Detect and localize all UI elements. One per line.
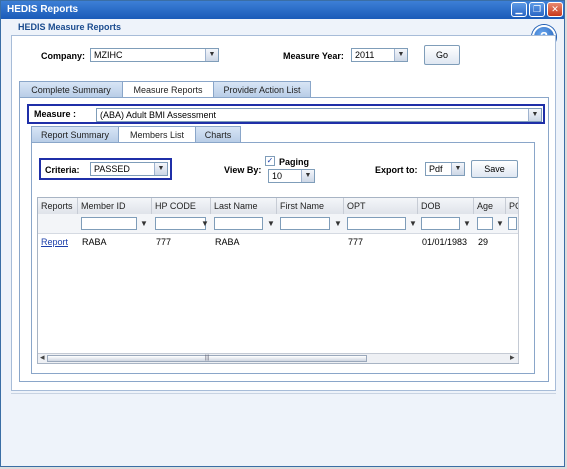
column-header-reports[interactable]: Reports	[38, 198, 78, 214]
export-to-label: Export to:	[375, 165, 418, 175]
export-format-select[interactable]: Pdf ▼	[425, 162, 465, 176]
paging-label: Paging	[279, 157, 310, 167]
column-header-hp-code[interactable]: HP CODE	[152, 198, 211, 214]
filter-icon[interactable]: ▼	[140, 219, 148, 228]
report-link[interactable]: Report	[41, 237, 68, 247]
filter-icon[interactable]: ▼	[409, 219, 417, 228]
filter-age[interactable]	[477, 217, 493, 230]
filter-icon[interactable]: ▼	[334, 219, 342, 228]
column-header-dob[interactable]: DOB	[418, 198, 474, 214]
paging-checkbox[interactable]: ✓	[265, 156, 275, 166]
column-header-age[interactable]: Age	[474, 198, 506, 214]
measure-label: Measure :	[34, 109, 77, 119]
measure-year-select[interactable]: 2011 ▼	[351, 48, 408, 62]
chevron-down-icon[interactable]: ▼	[394, 49, 407, 61]
column-header-pc[interactable]: PC	[506, 198, 518, 214]
column-header-opt[interactable]: OPT	[344, 198, 418, 214]
cell-hp-code: 777	[156, 237, 172, 247]
filter-member-id[interactable]	[81, 217, 137, 230]
measure-year-value: 2011	[355, 50, 375, 60]
tab-complete-summary[interactable]: Complete Summary	[19, 81, 123, 97]
filter-hp-code[interactable]	[155, 217, 206, 230]
close-button[interactable]: ✕	[547, 2, 563, 17]
company-value: MZIHC	[94, 50, 123, 60]
filter-opt[interactable]	[347, 217, 406, 230]
cell-opt: 777	[348, 237, 364, 247]
filter-last-name[interactable]	[214, 217, 263, 230]
tab-members-list[interactable]: Members List	[118, 126, 196, 143]
go-button[interactable]: Go	[424, 45, 460, 65]
page-size-select[interactable]: 10 ▼	[268, 169, 315, 183]
cell-last-name: RABA	[215, 237, 240, 247]
column-header-first-name[interactable]: First Name	[277, 198, 344, 214]
hedis-reports-window: HEDIS Reports ▁ ❐ ✕ HEDIS Measure Report…	[0, 0, 565, 467]
cell-age: 29	[478, 237, 489, 247]
page-size-value: 10	[272, 171, 283, 181]
filter-icon[interactable]: ▼	[496, 219, 504, 228]
chevron-down-icon[interactable]: ▼	[528, 109, 541, 121]
cell-member-id: RABA	[82, 237, 107, 247]
filter-icon[interactable]: ▼	[267, 219, 275, 228]
cell-dob: 01/01/1983	[422, 237, 468, 247]
window-title: HEDIS Reports	[7, 4, 79, 15]
tab-provider-action-list[interactable]: Provider Action List	[213, 81, 311, 97]
column-header-last-name[interactable]: Last Name	[211, 198, 277, 214]
scroll-thumb[interactable]: |||	[47, 355, 367, 362]
minimize-button[interactable]: ▁	[511, 2, 527, 17]
grid-right-divider	[518, 198, 519, 363]
chevron-down-icon[interactable]: ▼	[154, 163, 167, 175]
tab-report-summary[interactable]: Report Summary	[31, 126, 119, 142]
criteria-label: Criteria:	[45, 165, 80, 175]
chevron-down-icon[interactable]: ▼	[451, 163, 464, 175]
tab-charts[interactable]: Charts	[195, 126, 241, 142]
measure-select[interactable]: (ABA) Adult BMI Assessment ▼	[96, 108, 542, 122]
filter-icon[interactable]: ▼	[463, 219, 471, 228]
company-label: Company:	[41, 51, 86, 61]
filter-pc[interactable]	[508, 217, 517, 230]
measure-value: (ABA) Adult BMI Assessment	[100, 110, 217, 120]
view-by-label: View By:	[224, 165, 262, 175]
measure-year-label: Measure Year:	[283, 51, 344, 61]
scroll-left-arrow[interactable]: ◂	[40, 352, 45, 363]
section-title: HEDIS Measure Reports	[18, 22, 122, 32]
export-format-value: Pdf	[429, 164, 443, 174]
scroll-right-arrow[interactable]: ▸	[510, 352, 515, 363]
tab-measure-reports[interactable]: Measure Reports	[122, 81, 214, 98]
maximize-button[interactable]: ❐	[529, 2, 545, 17]
filter-first-name[interactable]	[280, 217, 330, 230]
criteria-value: PASSED	[94, 164, 130, 174]
status-strip	[11, 393, 556, 403]
chevron-down-icon[interactable]: ▼	[301, 170, 314, 182]
criteria-select[interactable]: PASSED ▼	[90, 162, 168, 176]
company-select[interactable]: MZIHC ▼	[90, 48, 219, 62]
grid-header-row: Reports Member ID HP CODE Last Name Firs…	[38, 198, 518, 215]
save-button[interactable]: Save	[471, 160, 518, 178]
filter-dob[interactable]	[421, 217, 460, 230]
chevron-down-icon[interactable]: ▼	[205, 49, 218, 61]
filter-icon[interactable]: ▼	[201, 219, 209, 228]
title-bar: HEDIS Reports ▁ ❐ ✕	[1, 1, 564, 19]
column-header-member-id[interactable]: Member ID	[78, 198, 152, 214]
